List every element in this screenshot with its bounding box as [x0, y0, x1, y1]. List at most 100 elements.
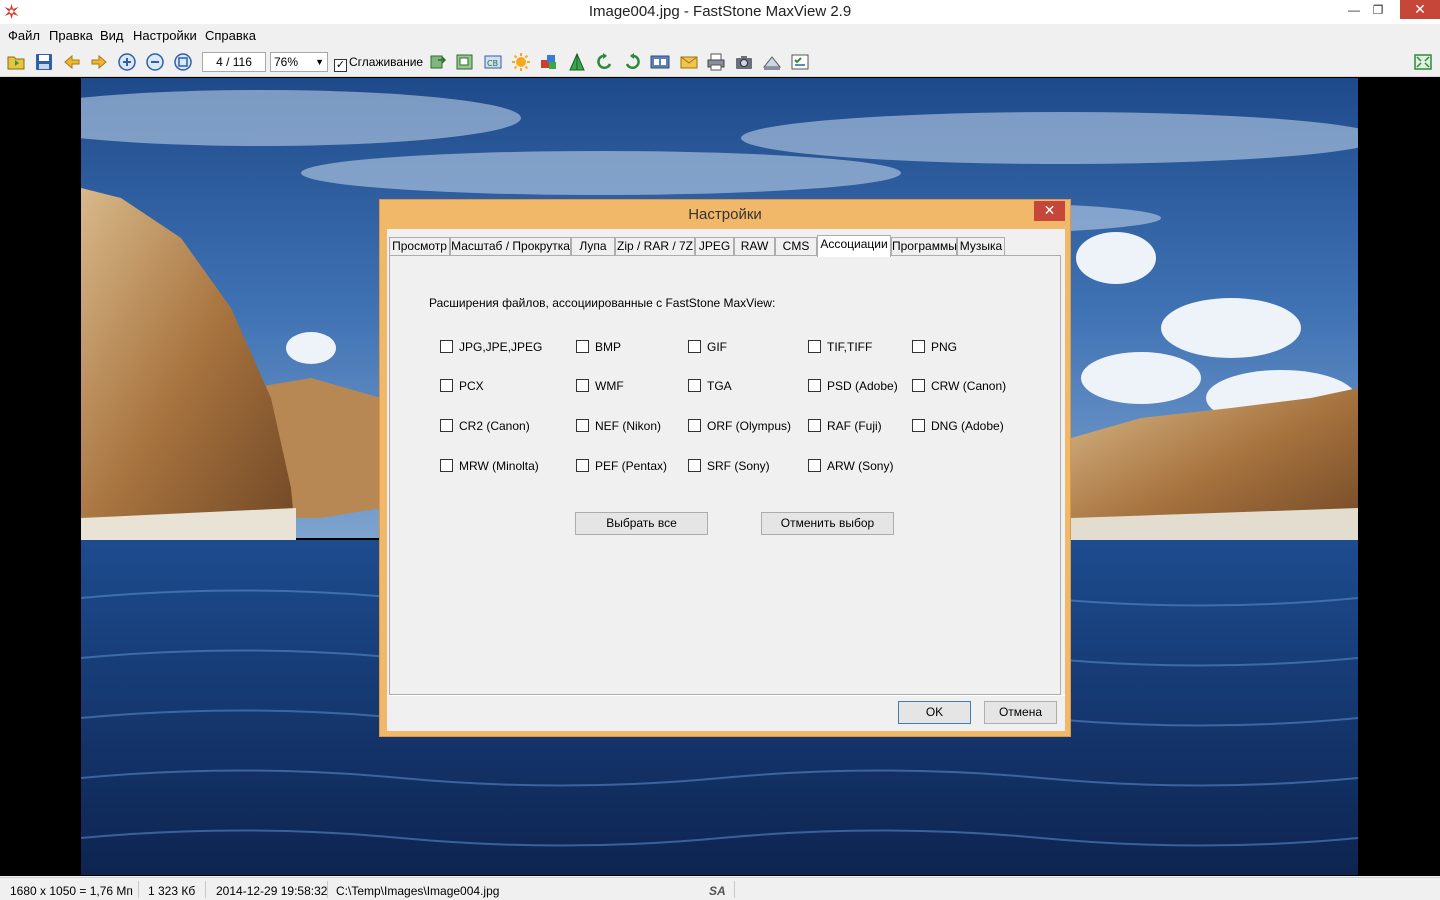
checkbox-box[interactable] — [440, 419, 453, 432]
previous-icon[interactable] — [62, 52, 82, 72]
checkbox-box[interactable] — [440, 340, 453, 353]
zoom-value: 76% — [274, 55, 299, 69]
menu-file[interactable]: Файл — [8, 28, 40, 43]
ext-checkbox[interactable]: TGA — [688, 379, 732, 393]
checkbox-box[interactable] — [912, 379, 925, 392]
actual-size-icon[interactable] — [173, 52, 193, 72]
checkbox-box[interactable] — [688, 340, 701, 353]
tab-programs[interactable]: Программы — [891, 237, 957, 256]
close-button[interactable]: ✕ — [1400, 0, 1440, 19]
brightness-icon[interactable] — [511, 52, 531, 72]
tab-jpeg[interactable]: JPEG — [695, 237, 734, 256]
checkbox-box[interactable] — [808, 419, 821, 432]
checkbox-box[interactable] — [576, 419, 589, 432]
checkbox-box[interactable] — [576, 379, 589, 392]
ext-checkbox[interactable]: PSD (Adobe) — [808, 379, 898, 393]
rotate-left-icon[interactable] — [595, 52, 615, 72]
zoom-select[interactable]: 76% ▼ — [270, 52, 328, 72]
tab-raw[interactable]: RAW — [734, 237, 775, 256]
window-title: Image004.jpg - FastStone MaxView 2.9 — [588, 3, 852, 20]
ext-label: TIF,TIFF — [827, 340, 873, 354]
properties-icon[interactable] — [790, 52, 810, 72]
colors-icon[interactable] — [539, 52, 559, 72]
cancel-button[interactable]: Отмена — [984, 701, 1057, 724]
menu-edit[interactable]: Правка — [49, 28, 93, 43]
open-folder-icon[interactable] — [6, 52, 26, 72]
checkbox-box[interactable] — [808, 379, 821, 392]
ext-checkbox[interactable]: MRW (Minolta) — [440, 459, 539, 473]
ext-checkbox[interactable]: GIF — [688, 340, 727, 354]
tab-magnifier[interactable]: Лупа — [571, 237, 615, 256]
associations-panel: Расширения файлов, ассоциированные с Fas… — [389, 255, 1061, 695]
fit-screen-icon[interactable] — [1413, 52, 1433, 72]
save-icon[interactable] — [34, 52, 54, 72]
next-icon[interactable] — [89, 52, 109, 72]
checkbox-box[interactable] — [440, 379, 453, 392]
ext-checkbox[interactable]: JPG,JPE,JPEG — [440, 340, 542, 354]
checkbox-box[interactable] — [688, 459, 701, 472]
ext-checkbox[interactable]: PCX — [440, 379, 484, 393]
zoom-out-icon[interactable] — [145, 52, 165, 72]
checkbox-box[interactable] — [576, 459, 589, 472]
image-dimensions: 1680 x 1050 = 1,76 Мп — [10, 884, 133, 898]
ext-checkbox[interactable]: PNG — [912, 340, 957, 354]
checkbox-box[interactable] — [912, 419, 925, 432]
crop-icon[interactable]: CB — [483, 52, 503, 72]
checkbox-box[interactable] — [440, 459, 453, 472]
rotate-right-icon[interactable] — [622, 52, 642, 72]
ext-checkbox[interactable]: PEF (Pentax) — [576, 459, 667, 473]
tab-associations[interactable]: Ассоциации — [817, 235, 891, 257]
checkbox-box[interactable] — [688, 419, 701, 432]
checkbox-box[interactable] — [808, 340, 821, 353]
tab-cms[interactable]: CMS — [775, 237, 817, 256]
ext-checkbox[interactable]: NEF (Nikon) — [576, 419, 661, 433]
checkbox-box[interactable] — [808, 459, 821, 472]
print-icon[interactable] — [706, 52, 726, 72]
status-divider — [327, 881, 328, 898]
ext-checkbox[interactable]: RAF (Fuji) — [808, 419, 882, 433]
email-icon[interactable] — [679, 52, 699, 72]
ext-checkbox[interactable]: ORF (Olympus) — [688, 419, 791, 433]
resize-icon[interactable] — [455, 52, 475, 72]
deselect-all-button[interactable]: Отменить выбор — [761, 512, 894, 535]
dialog-title: Настройки — [688, 206, 762, 223]
title-bar: Image004.jpg - FastStone MaxView 2.9 — ❐… — [0, 0, 1440, 24]
checkbox-box[interactable] — [576, 340, 589, 353]
tab-music[interactable]: Музыка — [957, 237, 1005, 256]
ext-checkbox[interactable]: ARW (Sony) — [808, 459, 893, 473]
ext-checkbox[interactable]: TIF,TIFF — [808, 340, 872, 354]
ext-label: PSD (Adobe) — [827, 379, 898, 393]
menu-help[interactable]: Справка — [205, 28, 256, 43]
maximize-button[interactable]: ❐ — [1361, 0, 1395, 22]
tab-zoom-scroll[interactable]: Масштаб / Прокрутка — [450, 237, 571, 256]
smoothing-label: Сглаживание — [349, 55, 424, 69]
ext-checkbox[interactable]: WMF — [576, 379, 624, 393]
ext-checkbox[interactable]: BMP — [576, 340, 621, 354]
checkbox-box[interactable] — [688, 379, 701, 392]
select-all-button[interactable]: Выбрать все — [575, 512, 708, 535]
page-counter-input[interactable]: 4 / 116 — [202, 52, 266, 72]
sharpen-icon[interactable] — [567, 52, 587, 72]
ext-checkbox[interactable]: CRW (Canon) — [912, 379, 1006, 393]
slideshow-icon[interactable] — [650, 52, 670, 72]
smoothing-checkbox[interactable]: ✓ Сглаживание — [334, 55, 423, 72]
smoothing-check[interactable]: ✓ — [334, 59, 347, 72]
copy-to-icon[interactable] — [428, 52, 448, 72]
tab-view[interactable]: Просмотр — [389, 237, 450, 256]
ext-label: NEF (Nikon) — [595, 419, 662, 433]
dialog-close-button[interactable]: ✕ — [1034, 201, 1065, 221]
wallpaper-icon[interactable] — [762, 52, 782, 72]
tab-archives[interactable]: Zip / RAR / 7Z — [615, 237, 695, 256]
menu-view[interactable]: Вид — [100, 28, 124, 43]
ext-checkbox[interactable]: DNG (Adobe) — [912, 419, 1004, 433]
ok-button[interactable]: OK — [898, 701, 971, 724]
associations-description: Расширения файлов, ассоциированные с Fas… — [429, 296, 776, 310]
status-bar: 1680 x 1050 = 1,76 Мп 1 323 Кб 2014-12-2… — [0, 877, 1440, 900]
capture-icon[interactable] — [734, 52, 754, 72]
menu-settings[interactable]: Настройки — [133, 28, 197, 43]
checkbox-box[interactable] — [912, 340, 925, 353]
ext-label: TGA — [707, 379, 732, 393]
zoom-in-icon[interactable] — [117, 52, 137, 72]
ext-checkbox[interactable]: SRF (Sony) — [688, 459, 770, 473]
ext-checkbox[interactable]: CR2 (Canon) — [440, 419, 530, 433]
